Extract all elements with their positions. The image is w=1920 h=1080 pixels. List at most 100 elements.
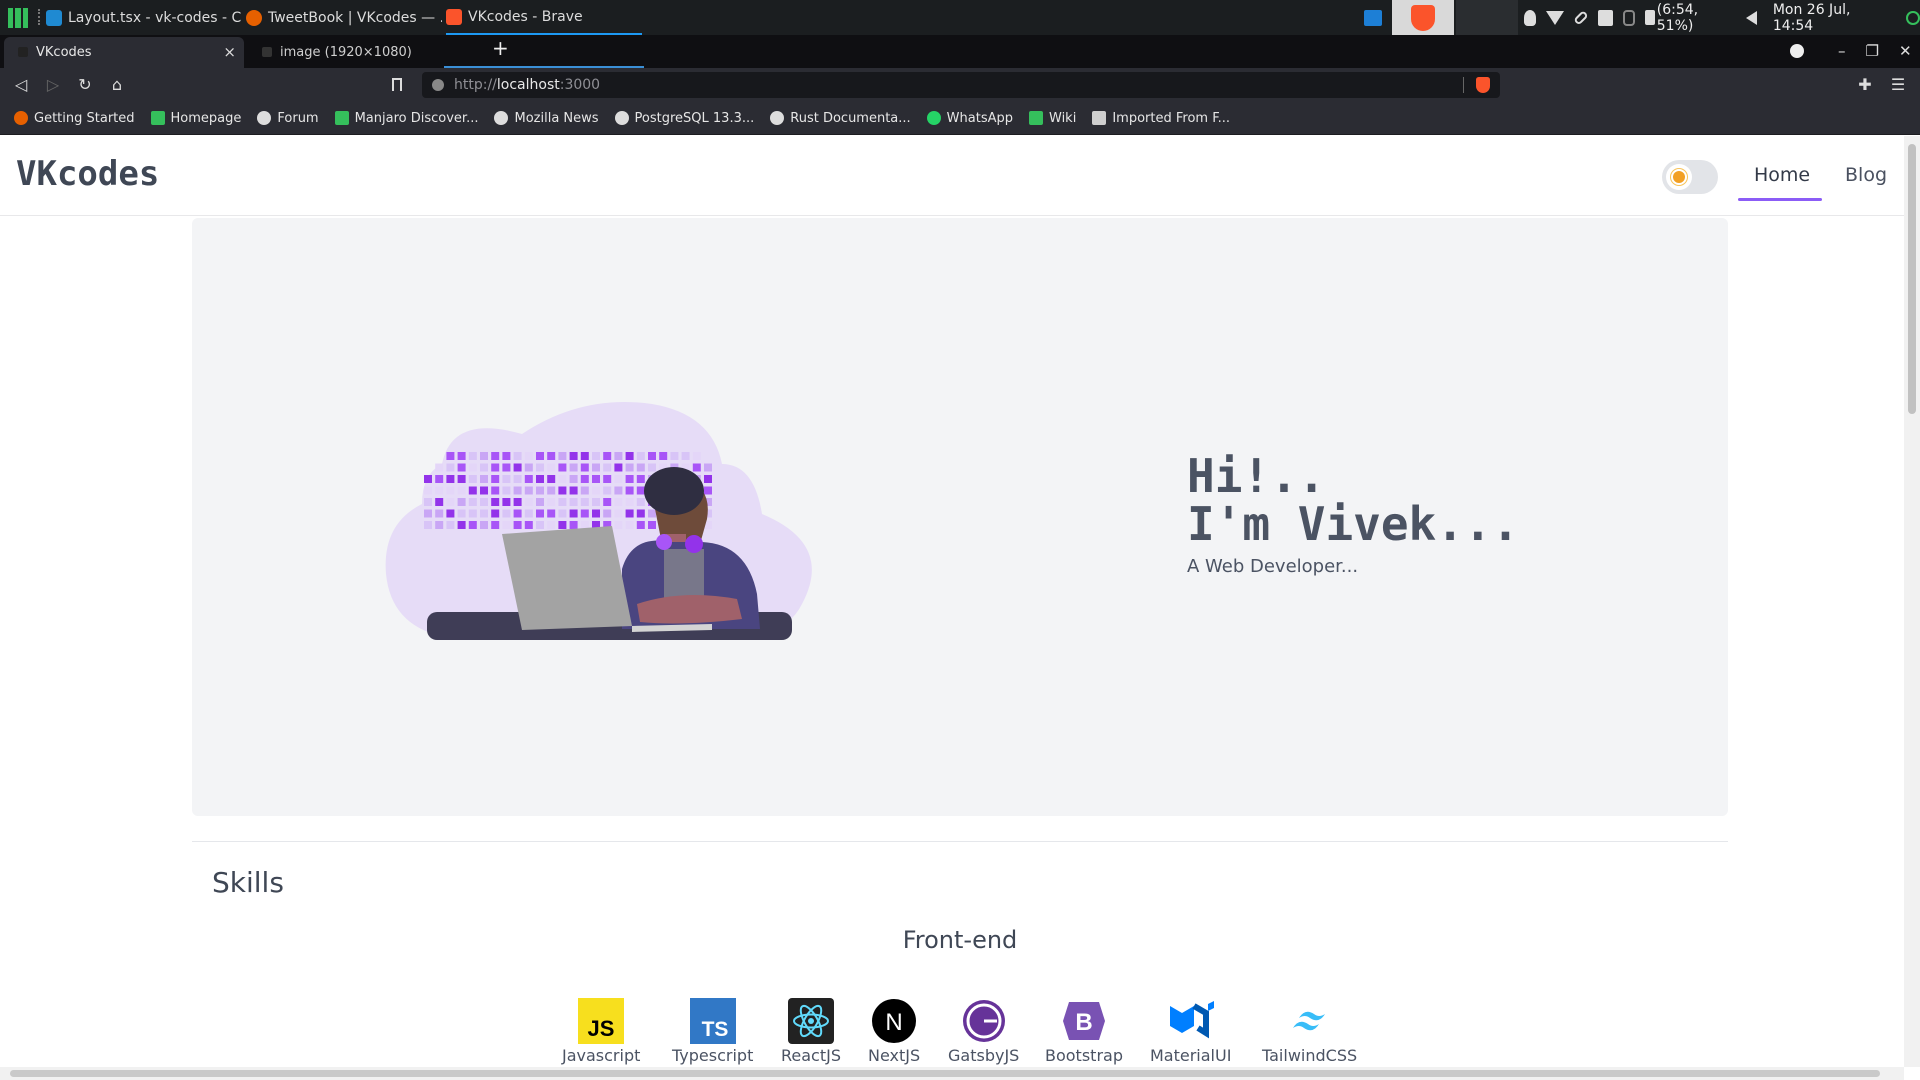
bookmark-icon[interactable] bbox=[386, 74, 408, 96]
vertical-scrollbar[interactable] bbox=[1904, 136, 1920, 1067]
site-info-icon[interactable] bbox=[432, 79, 444, 91]
skill-nextjs: N NextJS bbox=[868, 998, 920, 1065]
update-icon[interactable] bbox=[1906, 10, 1920, 25]
url-text: http://localhost:3000 bbox=[454, 77, 601, 93]
svg-text:N: N bbox=[885, 1009, 902, 1036]
react-icon bbox=[788, 998, 834, 1044]
materialui-icon bbox=[1168, 998, 1214, 1044]
bookmark-folder-imported[interactable]: Imported From F... bbox=[1092, 111, 1230, 126]
clipboard-icon[interactable] bbox=[1598, 9, 1614, 26]
web-page: VKcodes Home Blog Hi!.. I'm Vivek... A W… bbox=[0, 136, 1904, 1067]
extensions-icon[interactable]: ✚ bbox=[1854, 74, 1876, 96]
typescript-icon: TS bbox=[689, 998, 736, 1044]
skill-label: MaterialUI bbox=[1150, 1046, 1232, 1065]
whatsapp-icon bbox=[926, 111, 941, 125]
desktop-pager-icon[interactable] bbox=[1364, 10, 1382, 26]
wifi-icon[interactable] bbox=[1546, 10, 1565, 25]
bookmark-manjaro-discover[interactable]: Manjaro Discover... bbox=[334, 111, 478, 126]
tab-favicon bbox=[262, 47, 272, 57]
bookmark-label: PostgreSQL 13.3... bbox=[634, 110, 755, 126]
brave-icon bbox=[446, 8, 462, 25]
back-icon[interactable]: ◁ bbox=[10, 74, 32, 96]
address-bar[interactable]: http://localhost:3000 bbox=[422, 72, 1500, 98]
taskbar-item-firefox[interactable]: TweetBook | VKcodes — ... bbox=[246, 0, 442, 35]
menu-icon[interactable]: ☰ bbox=[1887, 74, 1909, 96]
skill-bootstrap: B Bootstrap bbox=[1045, 998, 1123, 1065]
forward-icon[interactable]: ▷ bbox=[42, 74, 64, 96]
taskbar-item-label: TweetBook | VKcodes — ... bbox=[268, 9, 442, 26]
hero-greeting: Hi!.. bbox=[1187, 449, 1326, 503]
theme-toggle-knob bbox=[1666, 164, 1692, 190]
battery-text: (6:54, 51%) bbox=[1656, 1, 1699, 34]
manjaro-icon bbox=[334, 111, 349, 125]
battery-indicator[interactable]: (6:54, 51%) bbox=[1645, 2, 1736, 34]
scrollbar-thumb[interactable] bbox=[1908, 144, 1916, 414]
tab-favicon bbox=[18, 47, 28, 57]
skill-label: Typescript bbox=[672, 1046, 754, 1065]
bookmarks-bar: Getting Started Homepage Forum Manjaro D… bbox=[0, 102, 1920, 135]
bookmark-postgresql[interactable]: PostgreSQL 13.3... bbox=[614, 110, 755, 126]
bookmark-whatsapp[interactable]: WhatsApp bbox=[926, 111, 1013, 126]
home-icon[interactable]: ⌂ bbox=[106, 74, 128, 96]
vpn-shield-icon[interactable] bbox=[1524, 9, 1537, 26]
taskbar-item-brave[interactable]: VKcodes - Brave bbox=[446, 0, 642, 35]
panel-separator bbox=[38, 9, 40, 25]
scrollbar-thumb[interactable] bbox=[10, 1070, 1880, 1077]
nav-home[interactable]: Home bbox=[1754, 164, 1810, 186]
skill-tailwindcss: TailwindCSS bbox=[1262, 998, 1357, 1065]
section-divider bbox=[192, 841, 1728, 842]
skill-typescript: TS Typescript bbox=[672, 998, 753, 1065]
brave-shields-icon[interactable] bbox=[1476, 77, 1490, 93]
site-brand[interactable]: VKcodes bbox=[16, 154, 159, 194]
brave-tray-preview[interactable] bbox=[1392, 0, 1454, 35]
bookmark-rust-docs[interactable]: Rust Documenta... bbox=[770, 110, 911, 126]
site-header: VKcodes Home Blog bbox=[0, 136, 1904, 216]
notifications-icon[interactable] bbox=[1623, 9, 1636, 26]
taskbar-item-label: Layout.tsx - vk-codes - Co... bbox=[68, 9, 242, 26]
horizontal-scrollbar[interactable] bbox=[0, 1067, 1904, 1080]
tab-search-icon[interactable] bbox=[1790, 44, 1804, 58]
bookmark-label: Imported From F... bbox=[1112, 110, 1230, 126]
theme-toggle[interactable] bbox=[1662, 160, 1718, 194]
minimize-icon[interactable]: – bbox=[1838, 42, 1846, 60]
browser-tab-vkcodes[interactable]: VKcodes × bbox=[4, 37, 244, 68]
manjaro-menu-icon[interactable] bbox=[8, 7, 28, 28]
svg-text:B: B bbox=[1075, 1009, 1092, 1036]
bookmark-label: Wiki bbox=[1049, 110, 1077, 126]
clock[interactable]: Mon 26 Jul, 14:54 bbox=[1773, 2, 1891, 34]
browser-tab-image[interactable]: image (1920×1080) bbox=[248, 37, 488, 68]
bookmark-homepage[interactable]: Homepage bbox=[150, 111, 241, 126]
brave-icon bbox=[1411, 4, 1435, 31]
link-icon[interactable] bbox=[1573, 9, 1589, 26]
new-tab-icon[interactable]: + bbox=[492, 36, 509, 60]
globe-icon bbox=[614, 111, 629, 125]
firefox-icon bbox=[246, 9, 262, 26]
sun-icon bbox=[1673, 171, 1685, 183]
browser-tabstrip: VKcodes × image (1920×1080) bbox=[0, 35, 1920, 68]
javascript-icon: JS bbox=[578, 998, 625, 1044]
reload-icon[interactable]: ↻ bbox=[74, 74, 96, 96]
skill-label: Javascript bbox=[562, 1046, 641, 1065]
nav-blog[interactable]: Blog bbox=[1845, 164, 1887, 186]
skill-javascript: JS Javascript bbox=[562, 998, 640, 1065]
close-tab-icon[interactable]: × bbox=[223, 43, 236, 61]
manjaro-icon bbox=[1029, 111, 1043, 125]
pager-slot[interactable] bbox=[1456, 0, 1518, 35]
vscode-icon bbox=[46, 9, 62, 26]
skill-label: TailwindCSS bbox=[1262, 1046, 1358, 1065]
close-window-icon[interactable]: ✕ bbox=[1899, 42, 1912, 60]
skill-label: NextJS bbox=[868, 1046, 921, 1065]
nextjs-icon: N bbox=[871, 998, 917, 1044]
restore-icon[interactable]: ❐ bbox=[1866, 42, 1879, 60]
globe-icon bbox=[494, 111, 509, 125]
skill-materialui: MaterialUI bbox=[1150, 998, 1231, 1065]
bookmark-label: Rust Documenta... bbox=[790, 110, 911, 126]
volume-icon[interactable] bbox=[1745, 10, 1757, 25]
bookmark-forum[interactable]: Forum bbox=[257, 111, 319, 126]
bookmark-getting-started[interactable]: Getting Started bbox=[14, 111, 135, 126]
hero-text: Hi!.. I'm Vivek... A Web Developer... bbox=[1187, 452, 1519, 577]
taskbar-item-vscode[interactable]: Layout.tsx - vk-codes - Co... bbox=[46, 0, 242, 35]
bookmark-wiki[interactable]: Wiki bbox=[1029, 111, 1076, 126]
bookmark-mozilla-news[interactable]: Mozilla News bbox=[494, 111, 599, 126]
skill-react: ReactJS bbox=[781, 998, 841, 1065]
